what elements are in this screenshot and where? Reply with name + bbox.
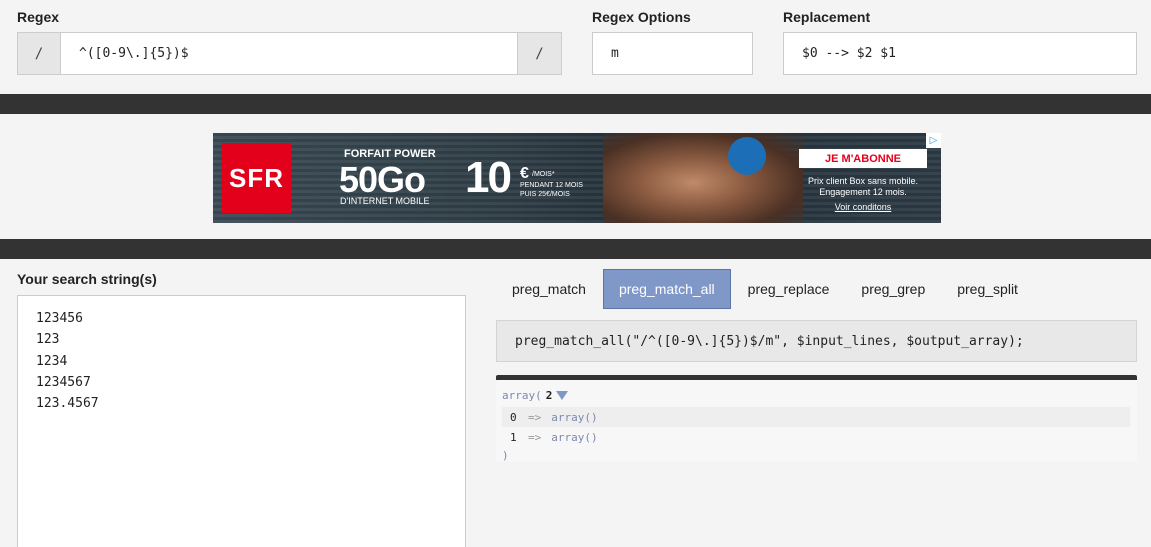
generated-code: preg_match_all("/^([0-9\.]{5})$/m", $inp… — [496, 320, 1137, 362]
search-line: 123.4567 — [36, 396, 99, 412]
ad-banner[interactable]: SFR FORFAIT POWER 50Go D'INTERNET MOBILE… — [213, 133, 941, 223]
ad-fine-print: Prix client Box sans mobile. Engagement … — [807, 176, 919, 197]
search-line: 123456 — [36, 311, 83, 326]
ad-conditions-link[interactable]: Voir conditons — [799, 202, 927, 212]
output-value: array() — [551, 410, 598, 424]
output-count: 2 — [545, 389, 553, 402]
ad-subscribe-button[interactable]: JE M'ABONNE — [799, 149, 927, 168]
regex-options-input[interactable] — [592, 32, 753, 75]
ad-photo-image — [603, 133, 803, 223]
ad-internet-text: D'INTERNET MOBILE — [340, 196, 430, 206]
output-row: 0 => array() — [502, 407, 1130, 427]
function-tabs: preg_match preg_match_all preg_replace p… — [497, 269, 1035, 309]
search-line: 1234567 — [36, 374, 91, 390]
output-arrow: => — [528, 430, 542, 444]
output-header: array( 2 — [502, 389, 569, 402]
tab-preg-grep[interactable]: preg_grep — [846, 269, 940, 309]
headphone-image — [728, 137, 766, 175]
output-arrow: => — [528, 410, 542, 424]
search-string-textarea[interactable]: 123456 123 1234 1234567 123.4567 — [17, 295, 466, 547]
regex-field: / / — [17, 32, 562, 75]
tab-preg-match[interactable]: preg_match — [497, 269, 601, 309]
tab-preg-match-all[interactable]: preg_match_all — [602, 269, 731, 309]
regex-options-label: Regex Options — [592, 9, 691, 25]
adchoices-icon[interactable]: ▷ — [926, 133, 941, 148]
tab-preg-replace[interactable]: preg_replace — [733, 269, 845, 309]
output-value: array() — [551, 430, 598, 444]
search-line: 123 — [36, 332, 60, 348]
output-array-close: ) — [502, 449, 509, 462]
regex-left-delimiter: / — [18, 33, 61, 74]
sfr-logo: SFR — [222, 143, 291, 213]
tab-preg-split[interactable]: preg_split — [942, 269, 1033, 309]
output-panel: array( 2 0 => array() 1 => array() ) — [496, 375, 1137, 462]
regex-label: Regex — [17, 9, 60, 25]
regex-input[interactable] — [61, 33, 517, 74]
search-string-label: Your search string(s) — [17, 271, 157, 287]
output-key: 0 — [510, 410, 517, 424]
ad-data-amount: 50Go — [339, 159, 426, 200]
divider-bar-top — [0, 94, 1151, 114]
ad-per-month: /MOIS* — [532, 171, 555, 178]
output-array-open: array( — [502, 389, 542, 402]
output-key: 1 — [510, 430, 517, 444]
collapse-toggle-icon[interactable] — [556, 391, 569, 400]
divider-bar-bottom — [0, 239, 1151, 259]
replacement-label: Replacement — [783, 9, 871, 25]
search-line: 1234 — [36, 353, 68, 369]
regex-right-delimiter: / — [517, 33, 561, 74]
output-row: 1 => array() — [502, 427, 1130, 447]
ad-price: 10 — [465, 153, 512, 202]
replacement-input[interactable] — [783, 32, 1137, 75]
ad-duration: PENDANT 12 MOIS PUIS 25€/MOIS — [520, 182, 583, 198]
